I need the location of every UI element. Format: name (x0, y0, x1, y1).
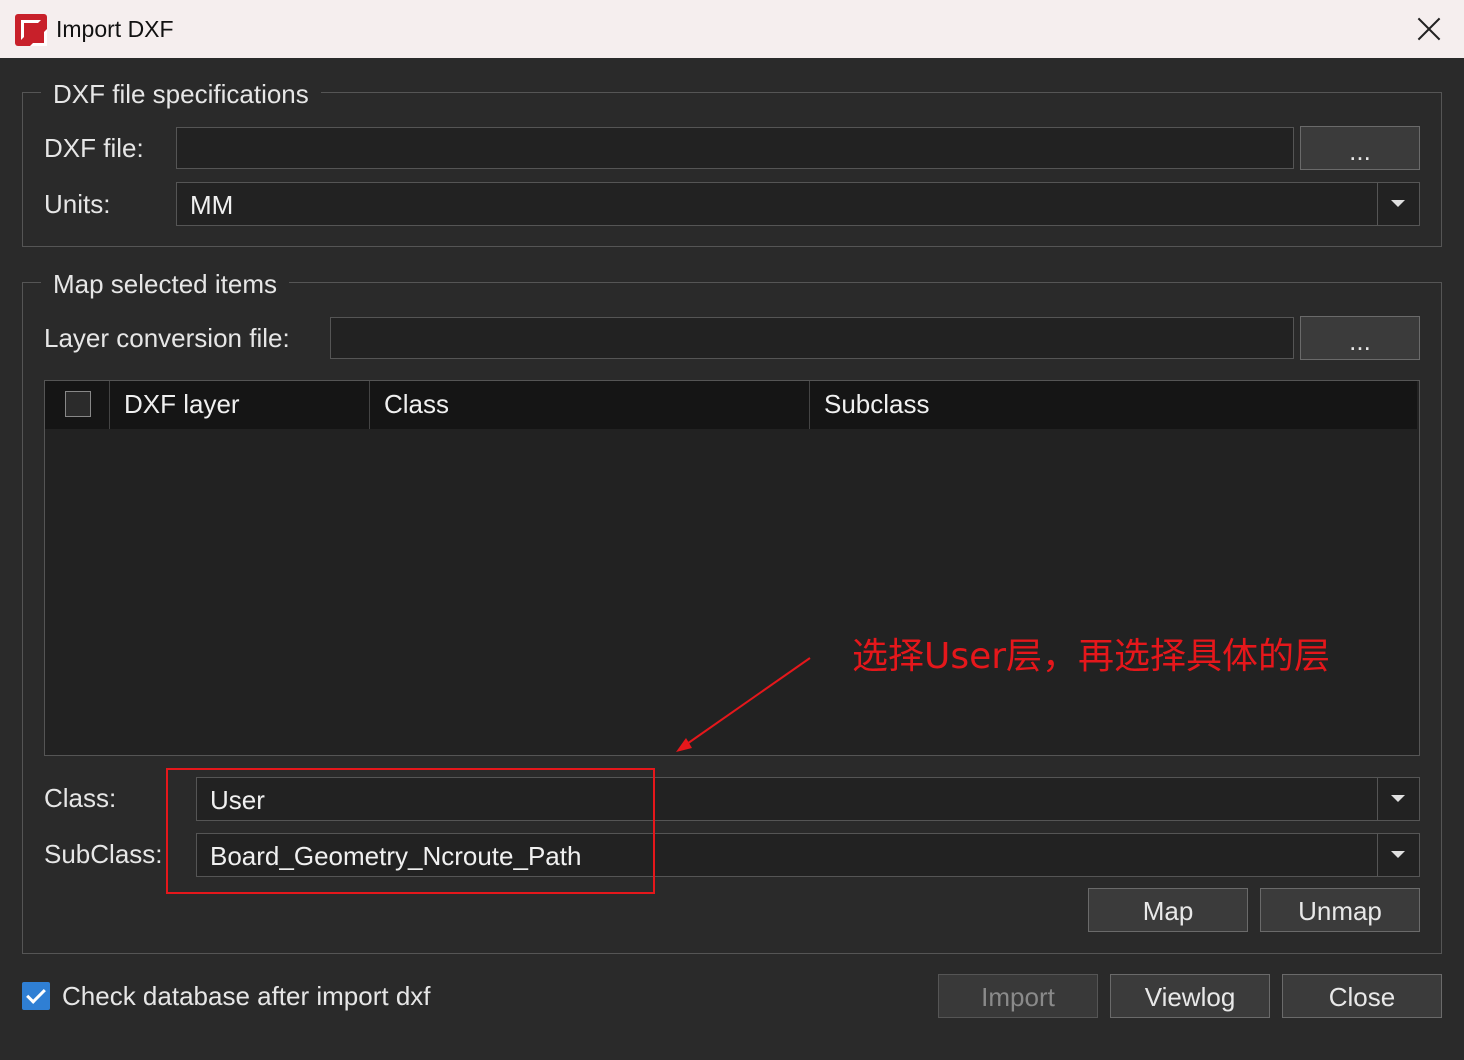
annotation-arrow (676, 657, 811, 752)
